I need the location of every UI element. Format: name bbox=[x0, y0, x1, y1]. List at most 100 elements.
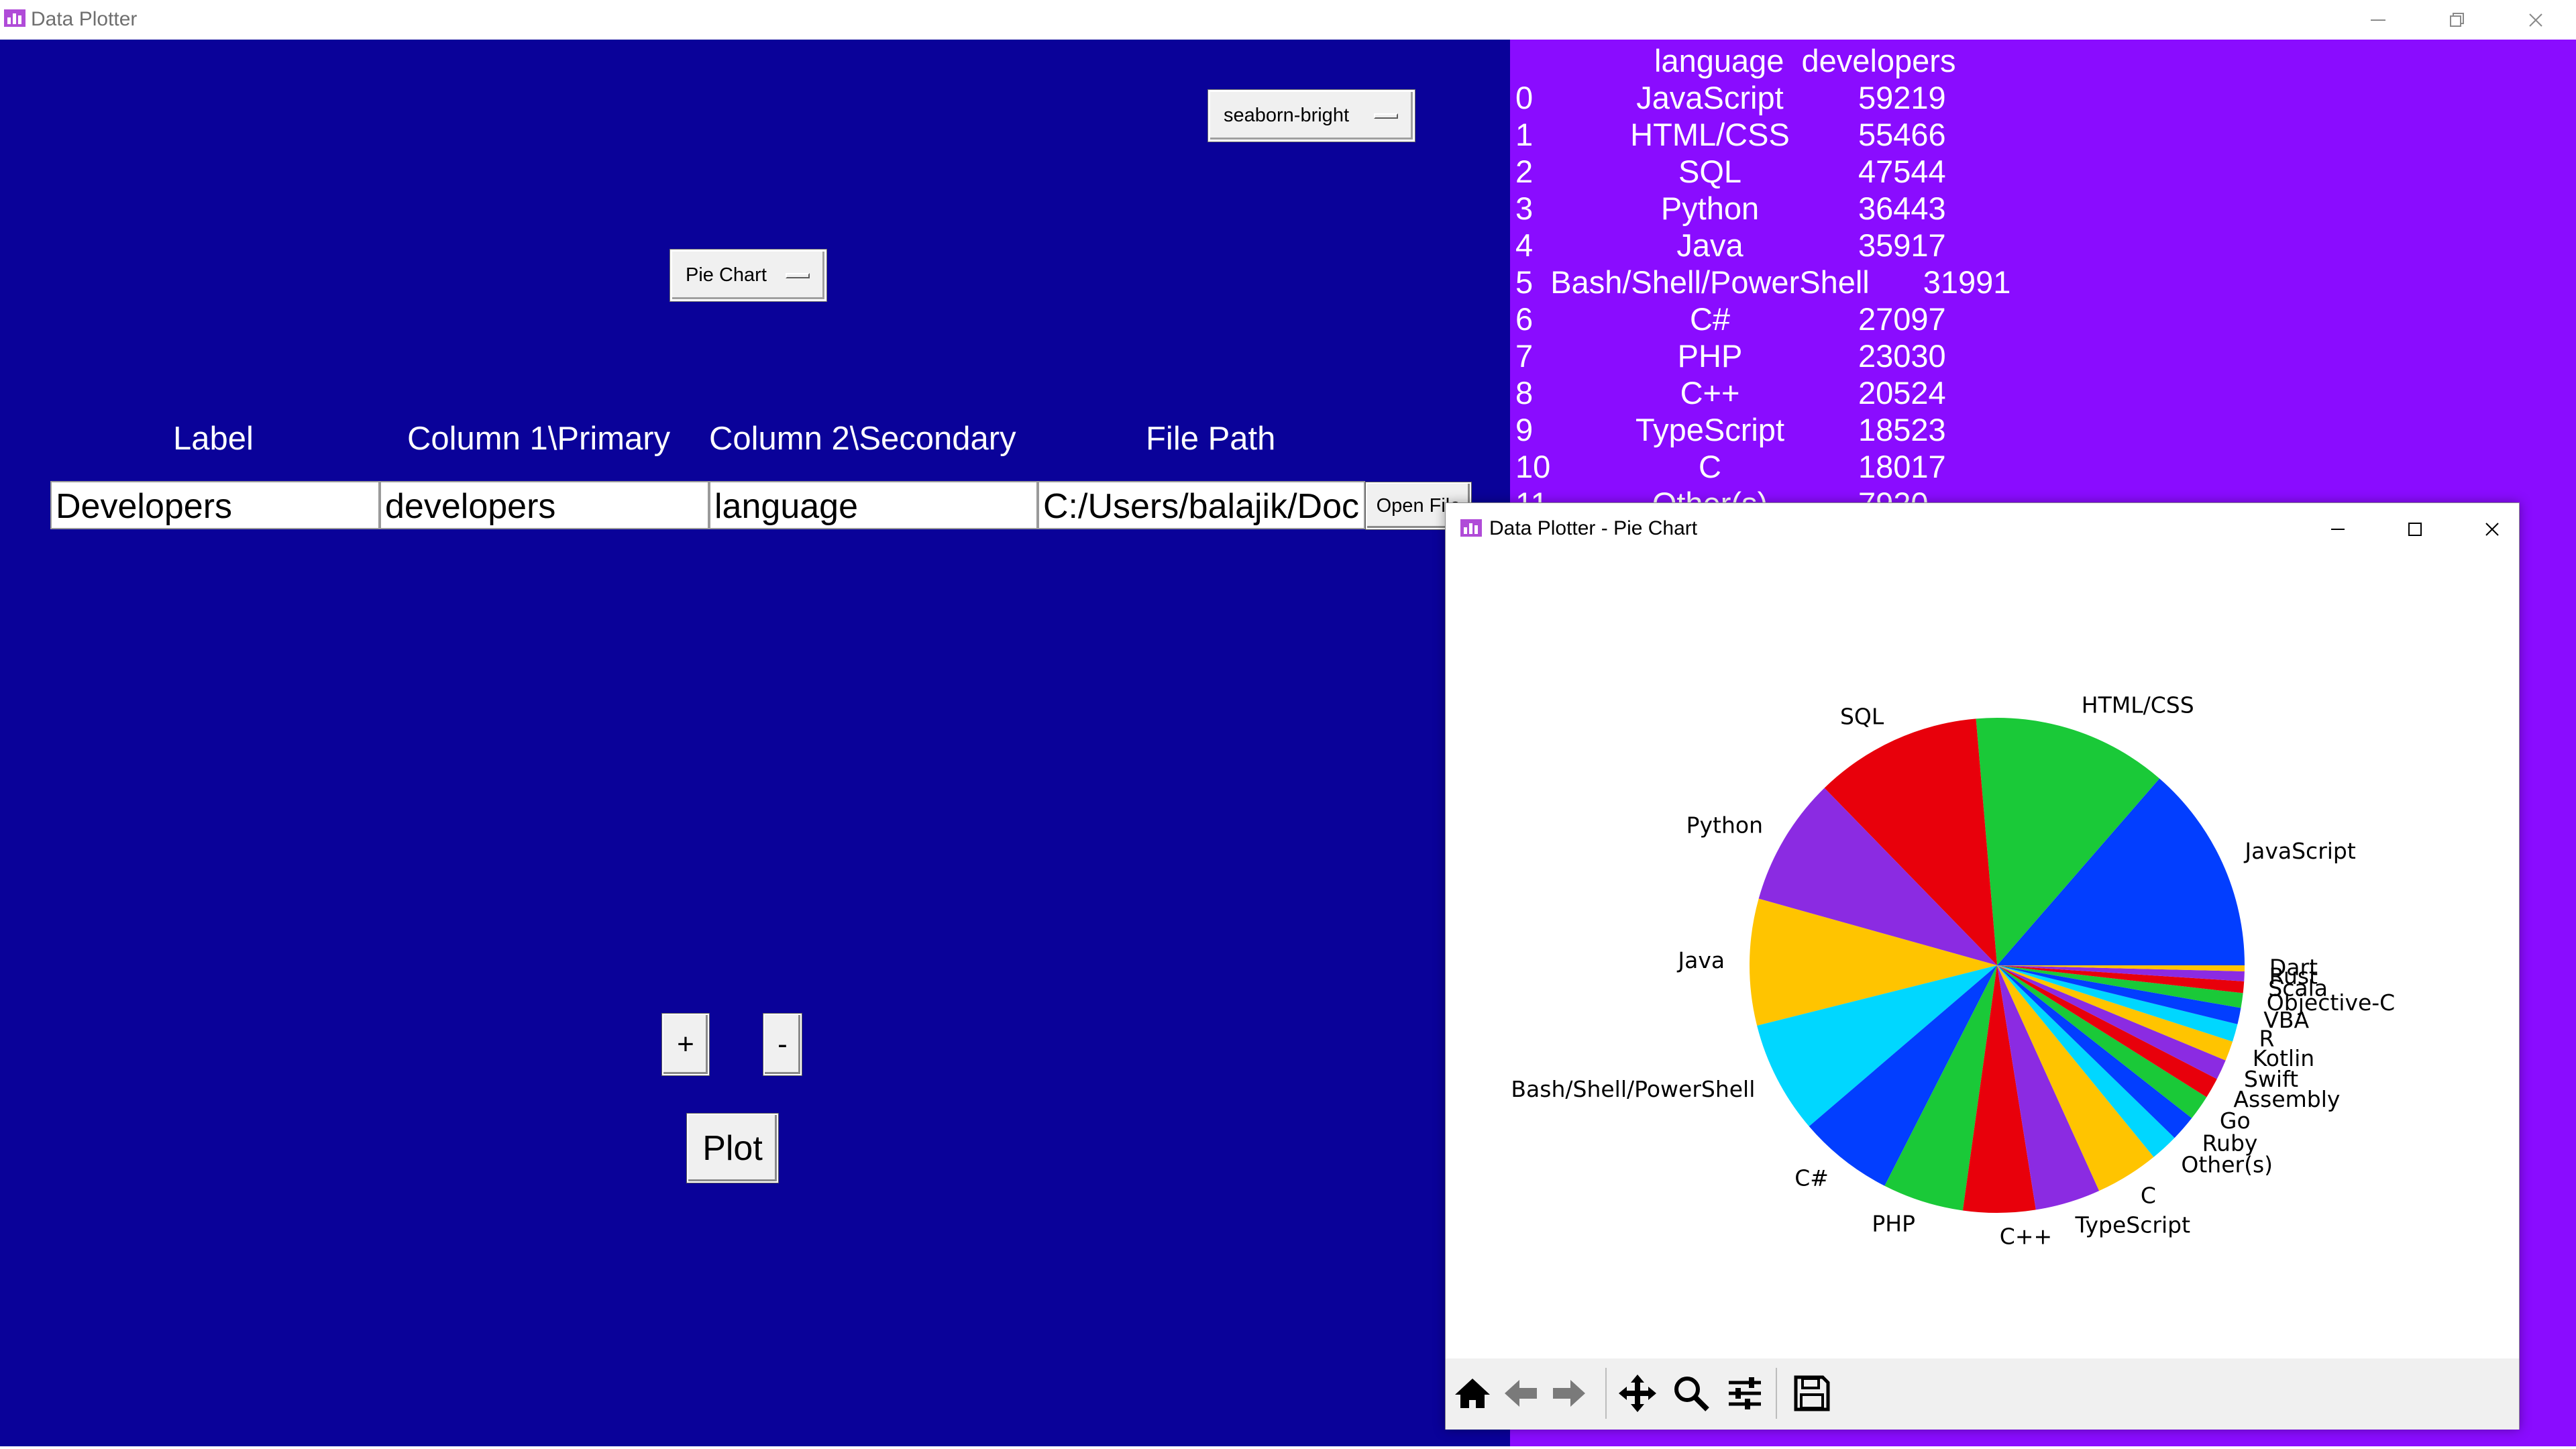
add-row-button[interactable]: + bbox=[662, 1014, 709, 1075]
row-index: 2 bbox=[1515, 154, 1534, 189]
chart-type-option-menu[interactable]: Pie Chart bbox=[670, 250, 826, 301]
minimize-icon bbox=[2331, 529, 2345, 530]
row-developers: 23030 bbox=[1858, 338, 1946, 374]
file-path-input[interactable]: C:/Users/balajik/Doc bbox=[1038, 481, 1365, 529]
row-developers: 31991 bbox=[1923, 264, 2011, 300]
minimize-button[interactable] bbox=[2341, 0, 2415, 40]
configure-button[interactable] bbox=[1721, 1368, 1769, 1419]
dataframe-row: 9 TypeScript 18523 bbox=[1515, 411, 1955, 448]
chart-window-title: Data Plotter - Pie Chart bbox=[1489, 517, 1698, 539]
row-language: HTML/CSS bbox=[1630, 117, 1790, 152]
title-bar: Data Plotter bbox=[0, 0, 2576, 40]
row-language: C bbox=[1699, 449, 1721, 484]
pie-slice-label: JavaScript bbox=[2243, 838, 2355, 864]
header-file-path: File Path bbox=[1146, 421, 1276, 457]
close-button[interactable] bbox=[2499, 0, 2573, 40]
configure-icon bbox=[1729, 1377, 1761, 1409]
column2-input[interactable]: language bbox=[709, 481, 1038, 529]
window-title: Data Plotter bbox=[31, 8, 138, 30]
minimize-icon bbox=[2371, 19, 2385, 21]
home-button[interactable] bbox=[1448, 1368, 1497, 1419]
close-icon bbox=[2485, 523, 2499, 536]
row-developers: 47544 bbox=[1858, 154, 1946, 189]
pie-slice-label: PHP bbox=[1872, 1211, 1915, 1237]
pie-chart-window: Data Plotter - Pie Chart JavaScript HTML/… bbox=[1445, 502, 2520, 1430]
pie-slice-label: Ruby bbox=[2202, 1130, 2258, 1157]
row-index: 9 bbox=[1515, 412, 1534, 447]
save-icon bbox=[1794, 1375, 1830, 1411]
label-input[interactable]: Developers bbox=[50, 481, 380, 529]
pie-slice-label: C++ bbox=[2000, 1223, 2052, 1249]
home-icon bbox=[1455, 1379, 1490, 1408]
pie-slice-label: Bash/Shell/PowerShell bbox=[1511, 1076, 1755, 1102]
row-language: C++ bbox=[1680, 375, 1740, 411]
row-developers: 59219 bbox=[1858, 80, 1946, 115]
pie-slice-label: Java bbox=[1676, 947, 1725, 973]
save-button[interactable] bbox=[1788, 1368, 1836, 1419]
chart-close-button[interactable] bbox=[2455, 506, 2529, 552]
toolbar-separator bbox=[1776, 1368, 1777, 1419]
dataframe-row: 2 SQL 47544 bbox=[1515, 153, 1955, 190]
dataframe-row: 10 C 18017 bbox=[1515, 448, 1955, 485]
row-language: JavaScript bbox=[1636, 80, 1784, 115]
style-option-label: seaborn-bright bbox=[1224, 105, 1349, 126]
back-button[interactable] bbox=[1497, 1368, 1545, 1419]
forward-icon bbox=[1553, 1380, 1585, 1407]
chart-window-title-bar: Data Plotter - Pie Chart bbox=[1446, 503, 2519, 555]
row-developers: 18523 bbox=[1858, 412, 1946, 447]
row-language: SQL bbox=[1678, 154, 1742, 189]
pie-chart: JavaScript HTML/CSS SQL Python Java Bash/Shel… bbox=[1511, 692, 2395, 1250]
toolbar-separator bbox=[1605, 1368, 1607, 1419]
row-language: Java bbox=[1676, 227, 1743, 263]
chart-type-label: Pie Chart bbox=[686, 264, 767, 286]
header-label: Label bbox=[173, 421, 254, 457]
row-language: PHP bbox=[1677, 338, 1743, 374]
dataframe-row: 1 HTML/CSS 55466 bbox=[1515, 116, 1955, 153]
column1-input[interactable]: developers bbox=[380, 481, 709, 529]
pie-slice-label: Dart bbox=[2269, 954, 2318, 980]
row-developers: 55466 bbox=[1858, 117, 1946, 152]
bottom-edge bbox=[0, 1446, 2576, 1449]
chart-maximize-button[interactable] bbox=[2378, 506, 2452, 552]
pie-slice-label: C# bbox=[1794, 1165, 1829, 1191]
app-icon bbox=[4, 9, 25, 27]
row-language: C# bbox=[1689, 301, 1731, 337]
row-language: TypeScript bbox=[1635, 412, 1785, 447]
row-developers: 20524 bbox=[1858, 375, 1946, 411]
header-column1: Column 1\Primary bbox=[407, 421, 671, 457]
pie-slice-label: Python bbox=[1686, 812, 1763, 838]
dataframe-text: language developers 0 JavaScript 59219 1 HTML… bbox=[1515, 42, 2010, 522]
row-index: 5 bbox=[1515, 264, 1534, 300]
pan-button[interactable] bbox=[1613, 1368, 1662, 1419]
dataframe-row: 5 Bash/Shell/PowerShell 31991 bbox=[1515, 264, 2010, 301]
row-index: 10 bbox=[1515, 449, 1551, 484]
pie-slice-label: HTML/CSS bbox=[2082, 692, 2194, 718]
row-developers: 18017 bbox=[1858, 449, 1946, 484]
row-index: 8 bbox=[1515, 375, 1534, 411]
plot-button[interactable]: Plot bbox=[687, 1114, 778, 1183]
row-language: Python bbox=[1660, 191, 1760, 226]
dataframe-row: 4 Java 35917 bbox=[1515, 227, 1955, 264]
forward-button[interactable] bbox=[1545, 1368, 1593, 1419]
controls-pane: seaborn-bright Pie Chart Label Column 1\… bbox=[0, 40, 1510, 1446]
pan-icon bbox=[1619, 1375, 1656, 1412]
navigation-toolbar bbox=[1446, 1358, 2519, 1430]
row-developers: 35917 bbox=[1858, 227, 1946, 263]
zoom-button[interactable] bbox=[1667, 1368, 1715, 1419]
remove-row-button[interactable]: - bbox=[763, 1014, 802, 1075]
pie-slice-label: TypeScript bbox=[2075, 1212, 2191, 1238]
row-index: 0 bbox=[1515, 80, 1534, 115]
row-index: 1 bbox=[1515, 117, 1534, 152]
zoom-icon bbox=[1674, 1377, 1709, 1411]
dropdown-indicator-icon bbox=[786, 272, 810, 278]
row-developers: 36443 bbox=[1858, 191, 1946, 226]
app-icon bbox=[1460, 519, 1482, 537]
chart-minimize-button[interactable] bbox=[2301, 506, 2375, 552]
dataframe-row: 8 C++ 20524 bbox=[1515, 374, 1955, 411]
plot-canvas[interactable]: JavaScript HTML/CSS SQL Python Java Bash/Shel… bbox=[1446, 555, 2519, 1358]
pie-slice-label: SQL bbox=[1840, 703, 1884, 729]
restore-button[interactable] bbox=[2420, 0, 2494, 40]
dropdown-indicator-icon bbox=[1374, 113, 1398, 119]
pie-slice-label: C bbox=[2141, 1183, 2156, 1209]
style-option-menu[interactable]: seaborn-bright bbox=[1208, 90, 1415, 142]
